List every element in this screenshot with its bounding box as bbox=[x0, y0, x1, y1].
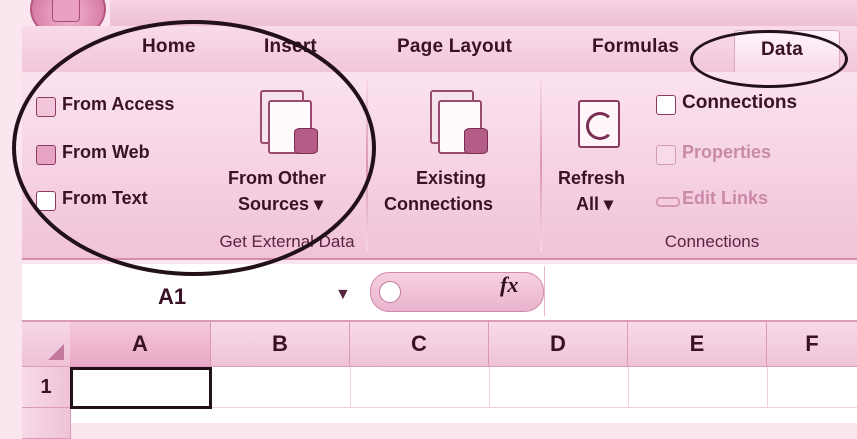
name-box[interactable]: A1 ▼ bbox=[22, 270, 370, 314]
access-icon bbox=[36, 97, 56, 117]
from-access-label: From Access bbox=[62, 94, 175, 114]
properties-icon bbox=[656, 145, 676, 165]
web-icon bbox=[36, 145, 56, 165]
existing-label-1: Existing bbox=[416, 168, 487, 188]
tab-home[interactable]: Home bbox=[142, 36, 196, 58]
group-label-get-external-data: Get External Data bbox=[219, 232, 355, 251]
window-left-edge bbox=[0, 0, 22, 423]
from-web-label: From Web bbox=[62, 142, 150, 162]
cell-a1[interactable] bbox=[70, 367, 212, 409]
refresh-label-1: Refresh bbox=[558, 168, 626, 188]
from-text-label: From Text bbox=[62, 188, 148, 208]
cell-b1[interactable] bbox=[212, 367, 351, 408]
group-separator bbox=[540, 80, 542, 252]
cell-e1[interactable] bbox=[629, 367, 768, 408]
connections-label: Connections bbox=[682, 92, 798, 113]
properties-label: Properties bbox=[682, 142, 772, 162]
formula-row: A1 ▼ fx bbox=[22, 264, 857, 322]
refresh-all-button[interactable]: Refresh All ▾ bbox=[554, 86, 650, 226]
cell-c1[interactable] bbox=[351, 367, 490, 408]
cell-d1[interactable] bbox=[490, 367, 629, 408]
link-icon bbox=[656, 197, 680, 207]
tab-page-layout[interactable]: Page Layout bbox=[397, 36, 512, 58]
worksheet-grid: A B C D E F 1 bbox=[22, 322, 857, 439]
from-other-label-2: Sources ▾ bbox=[238, 194, 324, 214]
row-header-2[interactable] bbox=[22, 408, 71, 439]
existing-connections-icon bbox=[430, 90, 500, 160]
from-other-label-1: From Other bbox=[228, 168, 327, 188]
column-header-a[interactable]: A bbox=[70, 322, 211, 367]
group-label-connections: Connections bbox=[664, 232, 760, 251]
select-all-button[interactable] bbox=[22, 322, 71, 367]
existing-connections-button[interactable]: Existing Connections bbox=[376, 86, 536, 226]
tab-insert[interactable]: Insert bbox=[264, 36, 317, 58]
expand-knob-icon bbox=[379, 281, 401, 303]
row-header-1[interactable]: 1 bbox=[22, 367, 71, 408]
column-header-d[interactable]: D bbox=[489, 322, 628, 367]
column-header-e[interactable]: E bbox=[628, 322, 767, 367]
tab-data-label: Data bbox=[761, 39, 803, 60]
connections-icon bbox=[656, 95, 676, 115]
tab-data[interactable]: Data bbox=[734, 30, 840, 75]
refresh-label-2: All ▾ bbox=[576, 194, 614, 214]
ribbon-data: From Access From Web From Text From Othe… bbox=[22, 72, 857, 260]
select-all-icon bbox=[48, 344, 64, 360]
existing-label-2: Connections bbox=[384, 194, 494, 214]
cell-f1[interactable] bbox=[768, 367, 857, 408]
text-file-icon bbox=[36, 191, 56, 211]
column-header-b[interactable]: B bbox=[211, 322, 350, 367]
insert-function-icon[interactable]: fx bbox=[500, 272, 518, 298]
title-bar bbox=[110, 0, 857, 26]
name-box-dropdown-icon[interactable]: ▼ bbox=[335, 286, 351, 304]
group-separator bbox=[366, 80, 368, 252]
formula-input[interactable] bbox=[544, 266, 856, 316]
office-logo-icon bbox=[52, 0, 80, 22]
from-other-sources-button[interactable]: From Other Sources ▾ bbox=[222, 86, 362, 226]
name-box-value: A1 bbox=[157, 284, 187, 309]
refresh-icon bbox=[578, 100, 620, 148]
column-header-f[interactable]: F bbox=[767, 322, 857, 367]
column-header-c[interactable]: C bbox=[350, 322, 489, 367]
tab-formulas[interactable]: Formulas bbox=[592, 36, 679, 58]
ribbon-tab-bar: Home Insert Page Layout Formulas bbox=[22, 26, 857, 73]
other-sources-icon bbox=[260, 90, 330, 160]
edit-links-label: Edit Links bbox=[682, 188, 769, 208]
